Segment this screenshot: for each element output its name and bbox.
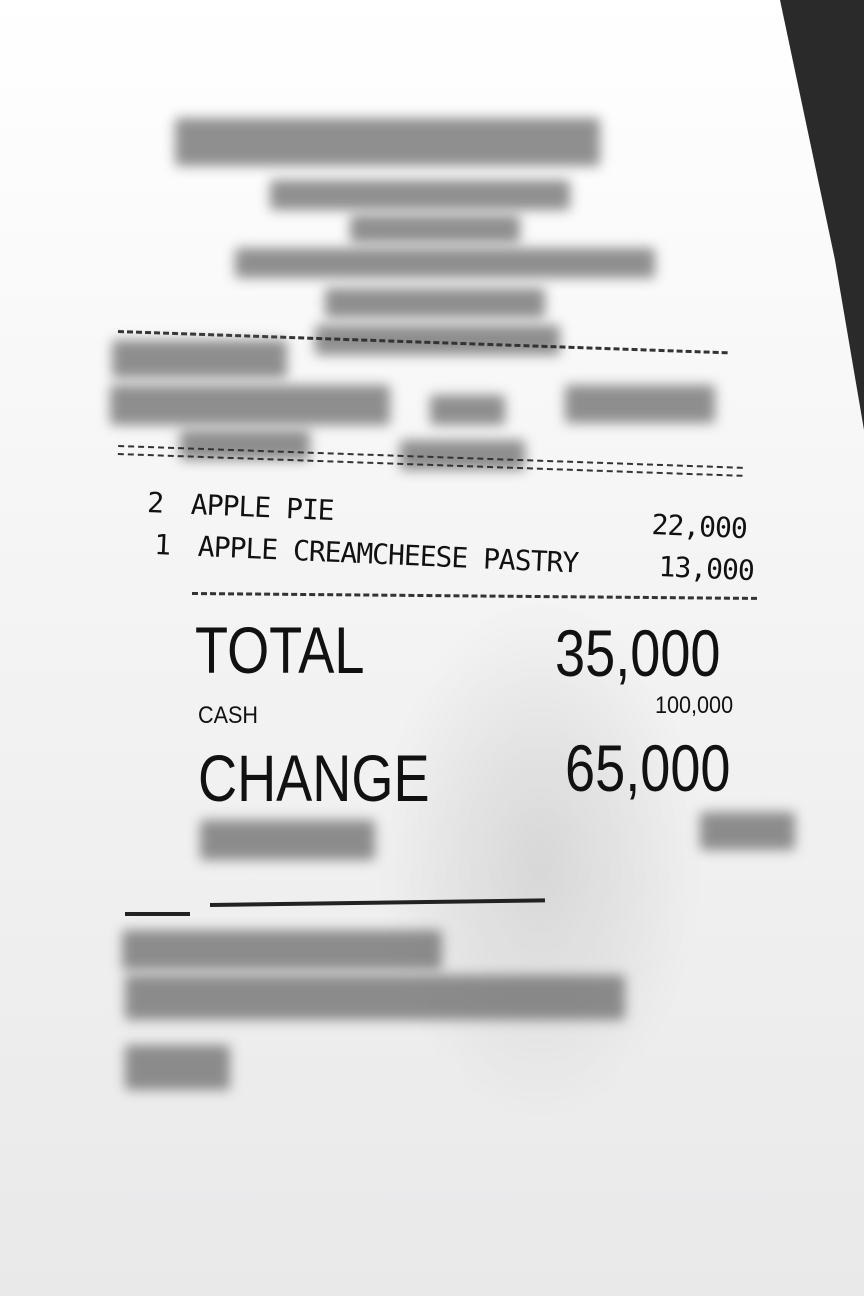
redacted-signature-label	[122, 930, 442, 970]
item-price: 22,000	[650, 508, 748, 546]
change-label: CHANGE	[198, 741, 430, 815]
redacted-address-line-1	[270, 180, 570, 210]
redacted-footer-line	[125, 1045, 230, 1090]
redacted-transaction-info-2	[110, 385, 390, 425]
redacted-store-name	[175, 118, 600, 166]
redacted-footer-info-2	[700, 812, 795, 850]
item-price: 13,000	[657, 550, 755, 588]
redacted-footer-info-1	[200, 820, 375, 860]
cash-label: CASH	[198, 702, 259, 729]
redacted-transaction-info-4	[565, 385, 715, 423]
item-qty: 1	[153, 528, 171, 562]
redacted-address-line-4	[325, 288, 545, 318]
cash-value: 100,000	[655, 692, 734, 719]
signature-line-short	[125, 912, 190, 916]
redacted-thank-you-line	[125, 975, 625, 1020]
item-name: APPLE PIE	[190, 487, 335, 528]
item-name: APPLE CREAMCHEESE PASTRY	[197, 529, 579, 580]
redacted-transaction-info-1	[112, 340, 287, 378]
redacted-address-line-2	[350, 215, 520, 243]
receipt-paper: 2 APPLE PIE 22,000 1 APPLE CREAMCHEESE P…	[0, 0, 864, 1296]
redacted-address-line-3	[235, 248, 655, 278]
total-value: 35,000	[555, 616, 721, 690]
change-value: 65,000	[565, 731, 731, 805]
separator-dashed-2	[191, 592, 757, 600]
total-label: TOTAL	[195, 613, 365, 687]
redacted-transaction-info-3	[430, 395, 505, 425]
item-qty: 2	[146, 486, 164, 520]
